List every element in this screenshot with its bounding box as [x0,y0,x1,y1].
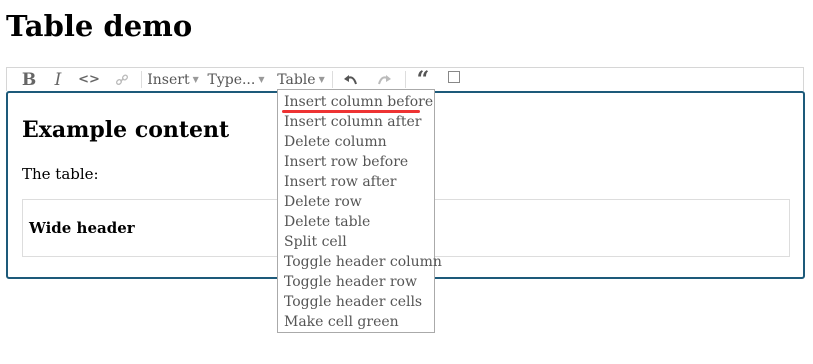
redo-icon [378,74,391,84]
undo-button[interactable] [340,68,362,91]
menu-item-insert-column-after[interactable]: Insert column after [284,113,421,131]
menu-item-toggle-header-cells[interactable]: Toggle header cells [284,293,422,311]
separator [405,71,406,88]
menu-item-insert-column-before[interactable]: Insert column before [284,93,433,111]
table-menu[interactable]: Table ▼ [275,68,327,91]
table-header-cell[interactable]: Wide header [29,218,135,238]
menu-item-insert-row-after[interactable]: Insert row after [284,173,396,191]
code-button[interactable]: <> [78,68,100,91]
undo-icon [344,74,357,84]
menubar: B I <> Insert ▼ Type... ▼ Table ▼ “ [6,67,804,93]
menu-item-delete-column[interactable]: Delete column [284,133,387,151]
link-button[interactable] [111,68,133,91]
separator [141,71,142,88]
caret-down-icon: ▼ [192,75,199,84]
menu-item-make-cell-green[interactable]: Make cell green [284,313,399,331]
page-title: Table demo [6,9,193,43]
menu-item-delete-row[interactable]: Delete row [284,193,362,211]
table-dropdown-menu: Insert column before Insert column after… [277,89,442,333]
type-menu[interactable]: Type... ▼ [206,68,266,91]
menu-item-split-cell[interactable]: Split cell [284,233,347,251]
content-heading: Example content [22,117,230,143]
caret-down-icon: ▼ [258,75,265,84]
type-menu-label: Type... [207,71,256,88]
select-block-icon[interactable] [448,71,460,83]
insert-menu[interactable]: Insert ▼ [147,68,199,91]
insert-menu-label: Insert [147,71,190,88]
menu-item-insert-row-before[interactable]: Insert row before [284,153,408,171]
separator [332,71,333,88]
caret-down-icon: ▼ [318,75,325,84]
menu-item-delete-table[interactable]: Delete table [284,213,370,231]
table-menu-label: Table [277,71,316,88]
bold-button[interactable]: B [19,68,39,91]
blockquote-button[interactable]: “ [412,67,434,93]
link-icon [115,73,129,85]
content-paragraph: The table: [22,165,99,183]
menu-item-toggle-header-column[interactable]: Toggle header column [284,253,442,271]
menu-item-toggle-header-row[interactable]: Toggle header row [284,273,417,291]
italic-button[interactable]: I [49,68,67,91]
redo-button[interactable] [373,68,395,91]
